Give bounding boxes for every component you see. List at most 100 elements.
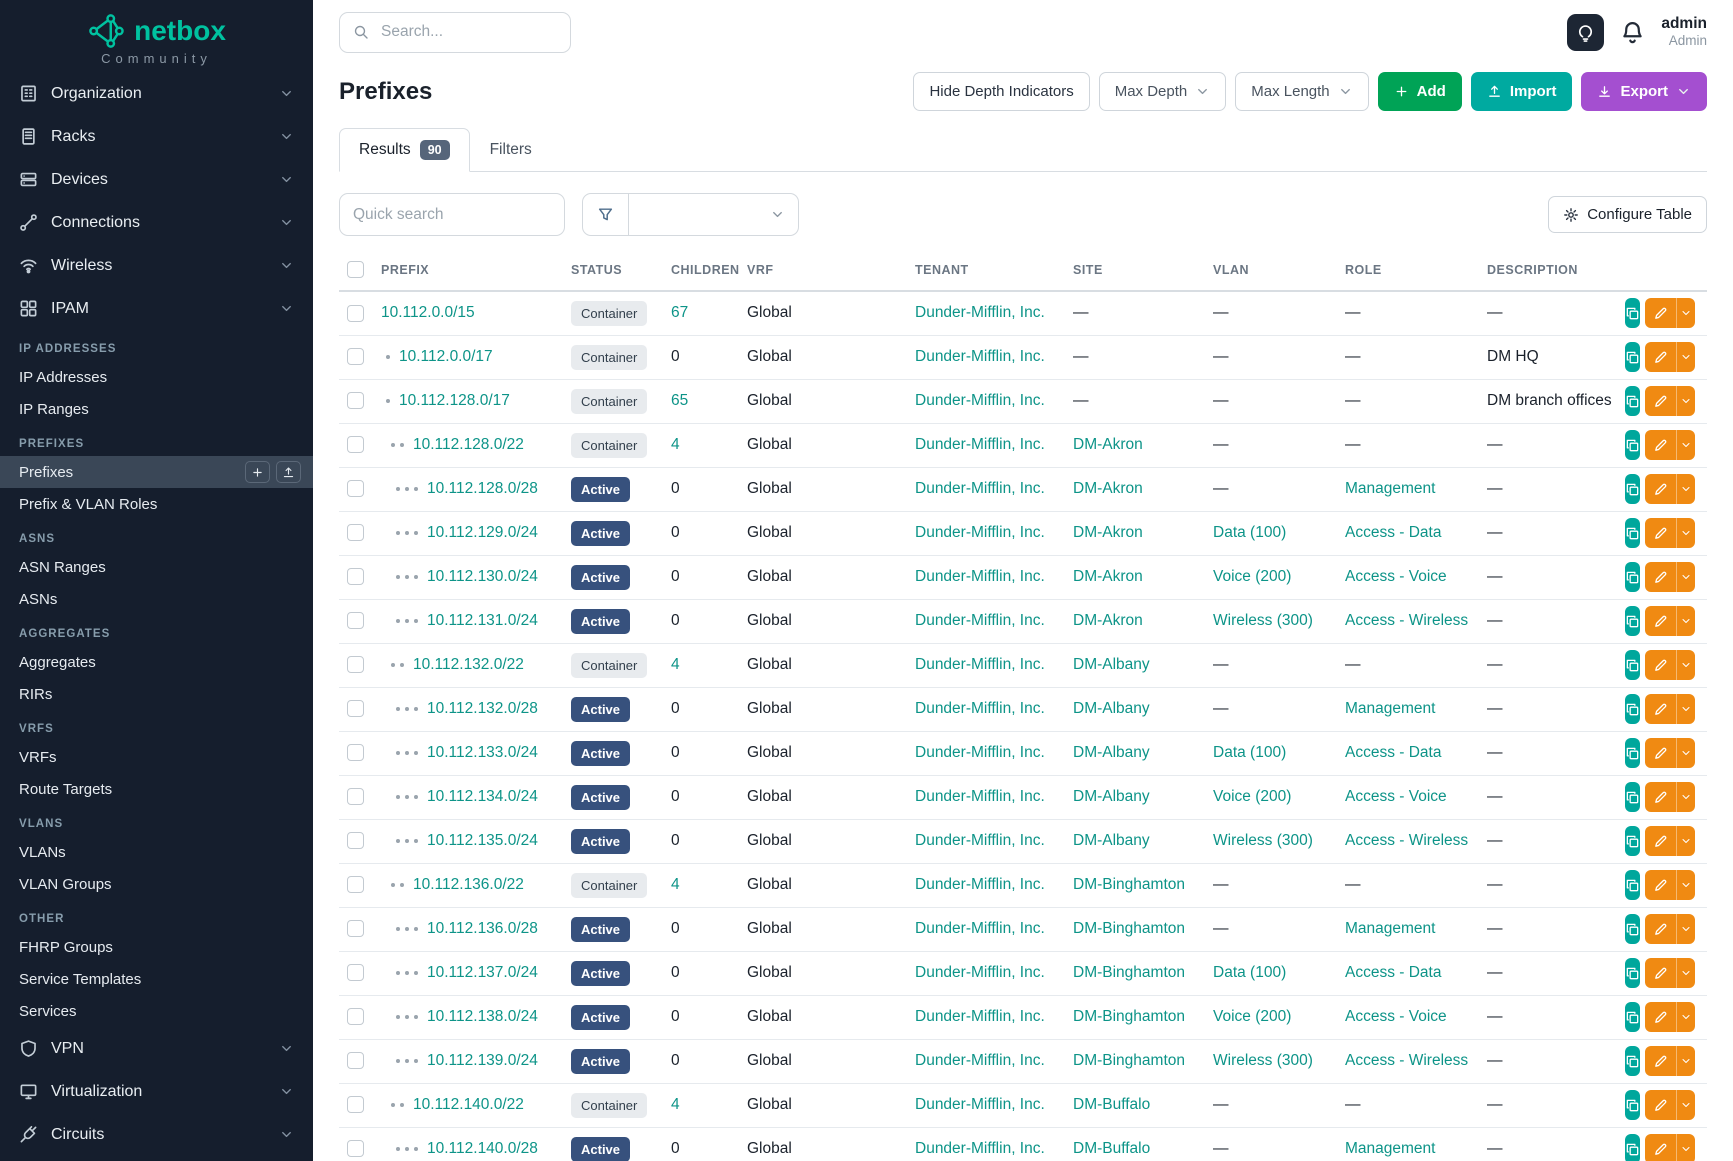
site-link[interactable]: DM-Akron bbox=[1073, 568, 1143, 585]
edit-button[interactable] bbox=[1645, 958, 1676, 988]
role-link[interactable]: Access - Data bbox=[1345, 964, 1441, 981]
edit-button[interactable] bbox=[1645, 650, 1676, 680]
tenant-link[interactable]: Dunder-Mifflin, Inc. bbox=[915, 1008, 1045, 1025]
row-checkbox[interactable] bbox=[347, 920, 364, 937]
theme-toggle-button[interactable] bbox=[1567, 14, 1604, 51]
role-link[interactable]: Management bbox=[1345, 1140, 1435, 1157]
sidebar-item-service-templates[interactable]: Service Templates bbox=[0, 963, 313, 995]
vlan-link[interactable]: Data (100) bbox=[1213, 744, 1286, 761]
site-link[interactable]: DM-Buffalo bbox=[1073, 1140, 1150, 1157]
global-search-input[interactable] bbox=[379, 22, 557, 42]
edit-dropdown-button[interactable] bbox=[1676, 518, 1695, 548]
edit-dropdown-button[interactable] bbox=[1676, 738, 1695, 768]
edit-dropdown-button[interactable] bbox=[1676, 1002, 1695, 1032]
tenant-link[interactable]: Dunder-Mifflin, Inc. bbox=[915, 568, 1045, 585]
add-mini-button[interactable] bbox=[245, 461, 270, 483]
sidebar-item-circuits[interactable]: Circuits bbox=[0, 1113, 313, 1156]
sidebar-item-prefix-vlan-roles[interactable]: Prefix & VLAN Roles bbox=[0, 488, 313, 520]
vlan-link[interactable]: Wireless (300) bbox=[1213, 612, 1313, 629]
edit-button[interactable] bbox=[1645, 518, 1676, 548]
edit-button[interactable] bbox=[1645, 606, 1676, 636]
site-link[interactable]: DM-Akron bbox=[1073, 436, 1143, 453]
sidebar-item-wireless[interactable]: Wireless bbox=[0, 244, 313, 287]
prefix-link[interactable]: 10.112.128.0/17 bbox=[399, 392, 510, 409]
configure-table-button[interactable]: Configure Table bbox=[1548, 196, 1707, 233]
site-link[interactable]: DM-Buffalo bbox=[1073, 1096, 1150, 1113]
tenant-link[interactable]: Dunder-Mifflin, Inc. bbox=[915, 876, 1045, 893]
edit-button[interactable] bbox=[1645, 386, 1676, 416]
edit-button[interactable] bbox=[1645, 430, 1676, 460]
copy-button[interactable] bbox=[1625, 430, 1640, 460]
role-link[interactable]: Access - Data bbox=[1345, 524, 1441, 541]
edit-dropdown-button[interactable] bbox=[1676, 914, 1695, 944]
notifications-button[interactable] bbox=[1620, 20, 1645, 45]
site-link[interactable]: DM-Binghamton bbox=[1073, 876, 1185, 893]
sidebar-item-virtualization[interactable]: Virtualization bbox=[0, 1070, 313, 1113]
copy-button[interactable] bbox=[1625, 694, 1640, 724]
children-link[interactable]: 65 bbox=[671, 392, 688, 409]
prefix-link[interactable]: 10.112.0.0/17 bbox=[399, 348, 493, 365]
tenant-link[interactable]: Dunder-Mifflin, Inc. bbox=[915, 304, 1045, 321]
vlan-link[interactable]: Wireless (300) bbox=[1213, 1052, 1313, 1069]
prefix-link[interactable]: 10.112.134.0/24 bbox=[427, 788, 538, 805]
add-button[interactable]: Add bbox=[1378, 72, 1462, 111]
prefix-link[interactable]: 10.112.138.0/24 bbox=[427, 1008, 538, 1025]
children-link[interactable]: 4 bbox=[671, 1096, 680, 1113]
edit-button[interactable] bbox=[1645, 870, 1676, 900]
prefix-link[interactable]: 10.112.128.0/22 bbox=[413, 436, 524, 453]
tab-filters[interactable]: Filters bbox=[470, 128, 552, 172]
role-link[interactable]: Access - Wireless bbox=[1345, 832, 1468, 849]
sidebar-item-asns[interactable]: ASNs bbox=[0, 583, 313, 615]
role-link[interactable]: Management bbox=[1345, 480, 1435, 497]
sidebar-item-vrfs[interactable]: VRFs bbox=[0, 741, 313, 773]
copy-button[interactable] bbox=[1625, 562, 1640, 592]
site-link[interactable]: DM-Akron bbox=[1073, 524, 1143, 541]
column-header-role[interactable]: ROLE bbox=[1337, 251, 1479, 291]
edit-button[interactable] bbox=[1645, 1134, 1676, 1161]
edit-button[interactable] bbox=[1645, 782, 1676, 812]
edit-dropdown-button[interactable] bbox=[1676, 782, 1695, 812]
column-header-vlan[interactable]: VLAN bbox=[1205, 251, 1337, 291]
row-checkbox[interactable] bbox=[347, 788, 364, 805]
copy-button[interactable] bbox=[1625, 474, 1640, 504]
prefix-link[interactable]: 10.112.131.0/24 bbox=[427, 612, 538, 629]
vlan-link[interactable]: Voice (200) bbox=[1213, 788, 1291, 805]
role-link[interactable]: Access - Wireless bbox=[1345, 612, 1468, 629]
column-header-description[interactable]: DESCRIPTION bbox=[1479, 251, 1619, 291]
tenant-link[interactable]: Dunder-Mifflin, Inc. bbox=[915, 920, 1045, 937]
sidebar-item-vlan-groups[interactable]: VLAN Groups bbox=[0, 868, 313, 900]
site-link[interactable]: DM-Albany bbox=[1073, 656, 1150, 673]
copy-button[interactable] bbox=[1625, 958, 1640, 988]
role-link[interactable]: Access - Voice bbox=[1345, 1008, 1447, 1025]
brand-name[interactable]: netbox bbox=[134, 15, 226, 47]
row-checkbox[interactable] bbox=[347, 392, 364, 409]
site-link[interactable]: DM-Albany bbox=[1073, 744, 1150, 761]
row-checkbox[interactable] bbox=[347, 744, 364, 761]
edit-dropdown-button[interactable] bbox=[1676, 650, 1695, 680]
hide-depth-indicators-button[interactable]: Hide Depth Indicators bbox=[913, 72, 1089, 111]
user-menu[interactable]: admin Admin bbox=[1661, 15, 1707, 50]
children-link[interactable]: 4 bbox=[671, 436, 680, 453]
tenant-link[interactable]: Dunder-Mifflin, Inc. bbox=[915, 744, 1045, 761]
import-button[interactable]: Import bbox=[1471, 72, 1573, 111]
prefix-link[interactable]: 10.112.136.0/28 bbox=[427, 920, 538, 937]
prefix-link[interactable]: 10.112.0.0/15 bbox=[381, 304, 475, 321]
site-link[interactable]: DM-Binghamton bbox=[1073, 1008, 1185, 1025]
row-checkbox[interactable] bbox=[347, 1008, 364, 1025]
sidebar-item-devices[interactable]: Devices bbox=[0, 158, 313, 201]
column-header-vrf[interactable]: VRF bbox=[739, 251, 907, 291]
prefix-link[interactable]: 10.112.128.0/28 bbox=[427, 480, 538, 497]
edit-button[interactable] bbox=[1645, 694, 1676, 724]
sidebar-item-ip-addresses[interactable]: IP Addresses bbox=[0, 361, 313, 393]
sidebar-item-rirs[interactable]: RIRs bbox=[0, 678, 313, 710]
copy-button[interactable] bbox=[1625, 298, 1640, 328]
edit-dropdown-button[interactable] bbox=[1676, 342, 1695, 372]
copy-button[interactable] bbox=[1625, 782, 1640, 812]
max-length-dropdown[interactable]: Max Length bbox=[1235, 72, 1368, 111]
tenant-link[interactable]: Dunder-Mifflin, Inc. bbox=[915, 1096, 1045, 1113]
tenant-link[interactable]: Dunder-Mifflin, Inc. bbox=[915, 612, 1045, 629]
column-header-tenant[interactable]: TENANT bbox=[907, 251, 1065, 291]
tenant-link[interactable]: Dunder-Mifflin, Inc. bbox=[915, 1140, 1045, 1157]
sidebar-item-route-targets[interactable]: Route Targets bbox=[0, 773, 313, 805]
export-button[interactable]: Export bbox=[1581, 72, 1707, 111]
